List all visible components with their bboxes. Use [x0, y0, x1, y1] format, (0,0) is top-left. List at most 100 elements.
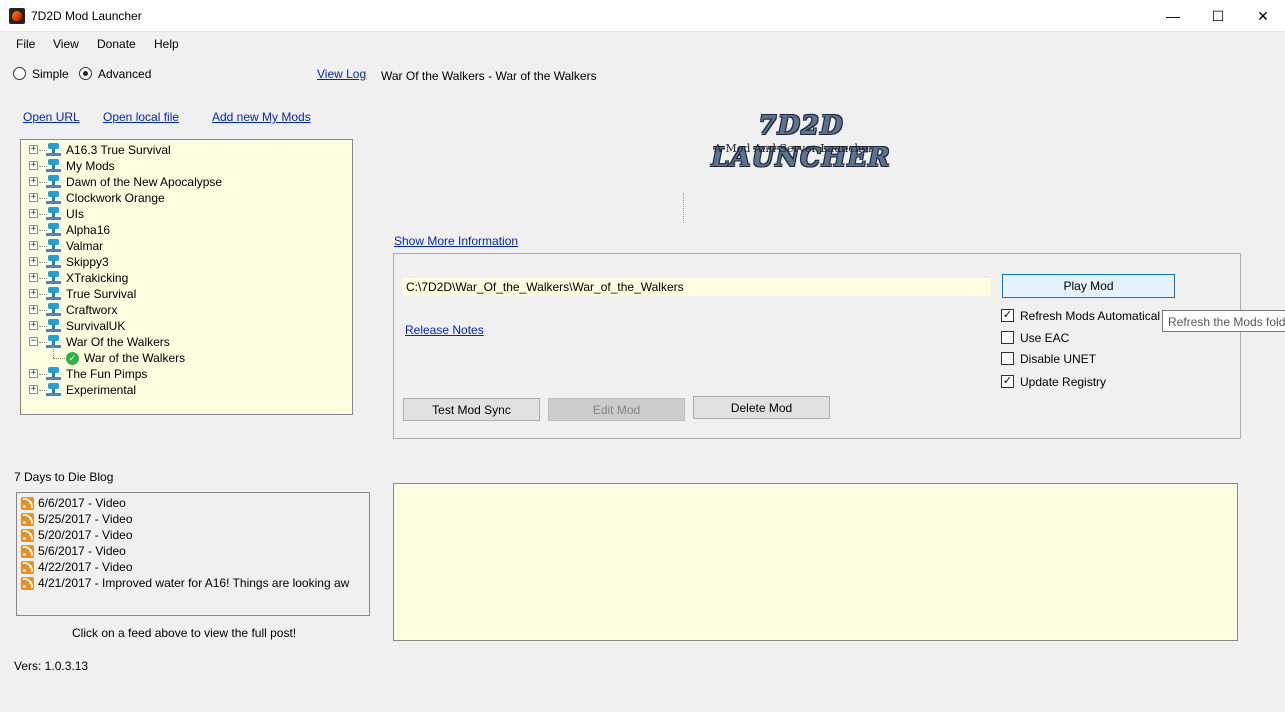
tree-item-label[interactable]: A16.3 True Survival: [66, 143, 171, 157]
tree-item[interactable]: + A16.3 True Survival: [21, 142, 351, 158]
blog-feed-item[interactable]: 6/6/2017 - Video: [21, 495, 126, 511]
option-checkbox[interactable]: ✓: [1001, 309, 1014, 322]
expand-icon[interactable]: +: [29, 273, 38, 282]
blog-feed-item-label[interactable]: 4/21/2017 - Improved water for A16! Thin…: [38, 576, 349, 590]
maximize-button[interactable]: ☐: [1195, 0, 1241, 32]
minimize-button[interactable]: —: [1150, 0, 1196, 32]
tree-item-label[interactable]: Alpha16: [66, 223, 110, 237]
blog-feed-item-label[interactable]: 5/6/2017 - Video: [38, 544, 126, 558]
server-icon: [46, 287, 61, 301]
tree-item[interactable]: + Dawn of the New Apocalypse: [21, 174, 351, 190]
blog-feed-item[interactable]: 5/20/2017 - Video: [21, 527, 133, 543]
advanced-radio-label[interactable]: Advanced: [98, 67, 151, 81]
selected-check-icon: ✓: [66, 352, 79, 365]
simple-radio-label[interactable]: Simple: [32, 67, 69, 81]
tree-item-label[interactable]: Dawn of the New Apocalypse: [66, 175, 222, 189]
test-mod-sync-button[interactable]: Test Mod Sync: [403, 398, 540, 421]
tree-item[interactable]: + UIs: [21, 206, 351, 222]
tree-child-item[interactable]: ✓ War of the Walkers: [21, 342, 351, 366]
tree-item[interactable]: + True Survival: [21, 286, 351, 302]
tree-item[interactable]: + Alpha16: [21, 222, 351, 238]
option-label[interactable]: Use EAC: [1020, 331, 1069, 345]
tree-item-label[interactable]: Clockwork Orange: [66, 191, 165, 205]
release-notes-link[interactable]: Release Notes: [405, 323, 484, 337]
tree-child-label[interactable]: War of the Walkers: [84, 351, 185, 365]
rss-icon: [21, 576, 34, 590]
mod-tree[interactable]: + A16.3 True Survival + My Mods + Dawn of the…: [20, 139, 353, 415]
tree-item-label[interactable]: Skippy3: [66, 255, 109, 269]
menu-view[interactable]: View: [53, 37, 79, 51]
add-new-my-mods-link[interactable]: Add new My Mods: [212, 110, 311, 124]
expand-icon[interactable]: +: [29, 145, 38, 154]
blog-feed-item-label[interactable]: 5/20/2017 - Video: [38, 528, 133, 542]
expand-icon[interactable]: +: [29, 225, 38, 234]
tree-item[interactable]: − War Of the Walkers: [21, 334, 351, 350]
blog-feed-item[interactable]: 5/6/2017 - Video: [21, 543, 126, 559]
tree-connector: [53, 358, 65, 359]
option-label[interactable]: Update Registry: [1020, 375, 1106, 389]
title-bar[interactable]: 7D2D Mod Launcher — ☐ ✕: [0, 0, 1285, 32]
tree-item-label[interactable]: My Mods: [66, 159, 115, 173]
tree-item[interactable]: + My Mods: [21, 158, 351, 174]
option-label[interactable]: Refresh Mods Automatical: [1020, 309, 1162, 323]
expand-icon[interactable]: +: [29, 305, 38, 314]
menu-help[interactable]: Help: [154, 37, 179, 51]
menu-file[interactable]: File: [16, 37, 35, 51]
tree-item[interactable]: + SurvivalUK: [21, 318, 351, 334]
tree-item[interactable]: + XTrakicking: [21, 270, 351, 286]
blog-feed-item-label[interactable]: 5/25/2017 - Video: [38, 512, 133, 526]
tree-item[interactable]: + Craftworx: [21, 302, 351, 318]
tree-item[interactable]: + Valmar: [21, 238, 351, 254]
collapse-icon[interactable]: −: [29, 337, 38, 346]
delete-mod-button[interactable]: Delete Mod: [693, 396, 830, 419]
blog-feed-item-label[interactable]: 6/6/2017 - Video: [38, 496, 126, 510]
mod-info-area[interactable]: [393, 483, 1238, 641]
tree-item-label[interactable]: XTrakicking: [66, 271, 128, 285]
tree-item-label[interactable]: Valmar: [66, 239, 103, 253]
blog-feed-list[interactable]: 6/6/2017 - Video 5/25/2017 - Video 5/20/20…: [16, 492, 370, 616]
tree-item-label[interactable]: True Survival: [66, 287, 136, 301]
option-checkbox[interactable]: [1001, 352, 1014, 365]
mod-path-field[interactable]: C:\7D2D\War_Of_the_Walkers\War_of_the_Wa…: [402, 278, 991, 296]
blog-feed-item-label[interactable]: 4/22/2017 - Video: [38, 560, 133, 574]
expand-icon[interactable]: +: [29, 321, 38, 330]
tree-item-label[interactable]: SurvivalUK: [66, 319, 125, 333]
expand-icon[interactable]: +: [29, 177, 38, 186]
edit-mod-button[interactable]: Edit Mod: [548, 398, 685, 421]
expand-icon[interactable]: +: [29, 257, 38, 266]
tree-item[interactable]: + Clockwork Orange: [21, 190, 351, 206]
tree-item[interactable]: + Skippy3: [21, 254, 351, 270]
play-mod-button[interactable]: Play Mod: [1002, 274, 1175, 298]
expand-icon[interactable]: +: [29, 161, 38, 170]
expand-icon[interactable]: +: [29, 369, 38, 378]
expand-icon[interactable]: +: [29, 241, 38, 250]
blog-feed-item[interactable]: 5/25/2017 - Video: [21, 511, 133, 527]
show-more-information-link[interactable]: Show More Information: [394, 234, 518, 248]
rss-icon: [21, 512, 34, 526]
rss-icon: [21, 544, 34, 558]
option-label[interactable]: Disable UNET: [1020, 352, 1096, 366]
tree-item-label[interactable]: War Of the Walkers: [66, 335, 170, 349]
menu-donate[interactable]: Donate: [97, 37, 136, 51]
expand-icon[interactable]: +: [29, 385, 38, 394]
expand-icon[interactable]: +: [29, 193, 38, 202]
tree-item-label[interactable]: UIs: [66, 207, 84, 221]
tree-item-label[interactable]: The Fun Pimps: [66, 367, 147, 381]
view-log-link[interactable]: View Log: [317, 67, 366, 81]
blog-heading: 7 Days to Die Blog: [14, 470, 114, 484]
blog-feed-item[interactable]: 4/22/2017 - Video: [21, 559, 133, 575]
open-url-link[interactable]: Open URL: [23, 110, 80, 124]
open-local-file-link[interactable]: Open local file: [103, 110, 179, 124]
tree-item-label[interactable]: Craftworx: [66, 303, 117, 317]
advanced-radio[interactable]: [79, 67, 92, 80]
simple-radio[interactable]: [13, 67, 26, 80]
expand-icon[interactable]: +: [29, 289, 38, 298]
tree-item[interactable]: + The Fun Pimps: [21, 366, 351, 382]
option-checkbox[interactable]: [1001, 331, 1014, 344]
blog-feed-item[interactable]: 4/21/2017 - Improved water for A16! Thin…: [21, 575, 349, 591]
expand-icon[interactable]: +: [29, 209, 38, 218]
close-button[interactable]: ✕: [1240, 0, 1285, 32]
option-checkbox[interactable]: ✓: [1001, 375, 1014, 388]
tree-item[interactable]: + Experimental: [21, 382, 351, 398]
tree-item-label[interactable]: Experimental: [66, 383, 136, 397]
